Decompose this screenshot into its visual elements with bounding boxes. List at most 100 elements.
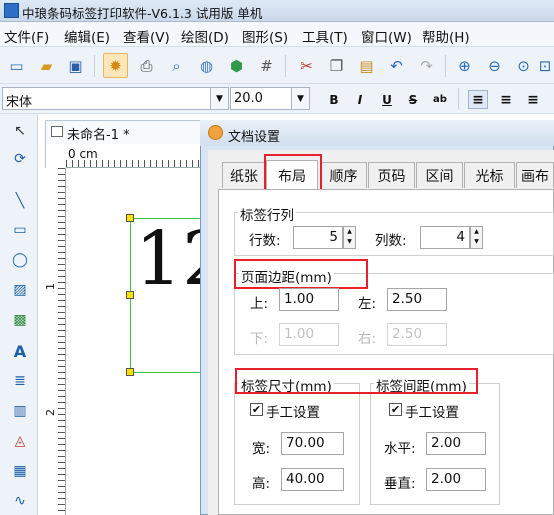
ruler-mark-1: 1 [44,283,57,290]
image-tool-icon[interactable]: ▨ [9,279,31,301]
margin-right-label: 右: [358,331,377,347]
height-label: 高: [252,476,271,492]
align-center-icon[interactable]: ≡ [496,90,516,109]
manual-size-checkbox[interactable]: ✔ [250,403,263,416]
rich-text-tool-icon[interactable]: ≣ [9,370,31,392]
save-icon[interactable]: ▣ [63,53,88,78]
grid-icon[interactable]: # [254,53,279,78]
cols-input[interactable]: 4 [420,226,470,249]
tab-range[interactable]: 区间 [416,162,463,188]
menu-edit[interactable]: 编辑(E) [64,26,110,46]
barcode-tool-icon[interactable]: ▥ [9,400,31,422]
menu-window[interactable]: 窗口(W) [361,26,412,46]
width-input[interactable]: 70.00 [281,432,344,455]
cut-icon[interactable]: ✂ [294,53,319,78]
chevron-down-icon[interactable]: ▼ [210,88,228,109]
resize-handle[interactable] [126,368,134,376]
tab-canvas[interactable]: 画布 [516,162,554,188]
menu-help[interactable]: 帮助(H) [422,26,470,46]
menu-draw[interactable]: 绘图(D) [181,26,229,46]
print-icon[interactable]: ⎙ [134,53,159,78]
document-icon [51,126,63,137]
char-spacing-button[interactable]: ab [430,90,450,109]
zoom-out-icon[interactable]: ⊖ [482,53,507,78]
manual-size-label: 手工设置 [266,405,320,421]
document-title: 未命名-1 * [67,128,130,143]
menu-shape[interactable]: 图形(S) [242,26,288,46]
align-left-icon[interactable]: ≡ [468,90,488,109]
line-tool-icon[interactable]: ╲ [9,190,31,212]
horizontal-gap-label: 水平: [384,441,416,457]
horizontal-gap-input[interactable]: 2.00 [426,432,486,455]
height-input[interactable]: 40.00 [281,468,344,491]
strikethrough-button[interactable]: S [403,90,423,109]
new-file-icon[interactable]: ▭ [4,53,29,78]
picture-tool-icon[interactable]: ▩ [9,309,31,331]
font-size-select[interactable]: 20.0 ▼ [230,87,310,110]
margin-left-input[interactable]: 2.50 [387,288,447,311]
qrcode-tool-icon[interactable]: ▦ [9,460,31,482]
settings-icon [208,125,223,140]
text-tool-icon[interactable]: A [9,340,31,362]
database-icon[interactable]: ◍ [194,53,219,78]
rectangle-tool-icon[interactable]: ▭ [9,219,31,241]
data-source-icon[interactable]: ⬢ [224,53,249,78]
font-name-value: 宋体 [6,95,33,110]
manual-gap-checkbox[interactable]: ✔ [389,403,402,416]
print-preview-icon[interactable]: ⌕ [164,53,189,78]
shape-tool-icon[interactable]: ◬ [9,430,31,452]
rows-label: 行数: [249,233,281,249]
curve-tool-icon[interactable]: ∿ [9,490,31,512]
select-pointer-icon[interactable]: ↖ [9,120,31,142]
vertical-gap-label: 垂直: [384,476,416,492]
dialog-title: 文档设置 [228,130,281,145]
tab-paper[interactable]: 纸张 [222,162,266,188]
copy-icon[interactable]: ❐ [324,53,349,78]
resize-handle[interactable] [126,291,134,299]
menu-file[interactable]: 文件(F) [4,26,49,46]
tab-cursor[interactable]: 光标 [464,162,515,188]
rows-input[interactable]: 5 [293,226,343,249]
margin-bottom-input[interactable]: 1.00 [279,323,339,346]
bold-button[interactable]: B [324,90,344,109]
vertical-gap-input[interactable]: 2.00 [426,468,486,491]
font-name-select[interactable]: 宋体 ▼ [2,87,229,110]
vertical-ruler: 1 2 [44,168,66,515]
app-icon [4,3,19,18]
cols-label: 列数: [375,233,407,249]
highlight-layout-tab [264,154,322,192]
align-right-icon[interactable]: ≡ [523,90,543,109]
width-label: 宽: [252,441,271,457]
underline-button[interactable]: U [377,90,397,109]
italic-button[interactable]: I [350,90,370,109]
fullscreen-icon[interactable]: ⊡ [536,53,554,78]
rows-stepper[interactable]: ▲ ▼ [343,226,356,249]
tool-palette: ↖ ⟳ ╲ ▭ ◯ ▨ ▩ A ≣ ▥ ◬ ▦ ∿ [0,114,38,515]
chevron-down-icon[interactable]: ▼ [291,88,309,109]
font-size-value: 20.0 [234,91,263,106]
highlight-size-gap [235,368,478,394]
menu-bar: 文件(F) 编辑(E) 查看(V) 绘图(D) 图形(S) 工具(T) 窗口(W… [0,22,554,47]
rows-cols-title: 标签行列 [238,204,296,224]
resize-handle[interactable] [126,214,134,222]
horizontal-ruler: 0 cm [66,144,206,168]
cols-stepper[interactable]: ▲ ▼ [470,226,483,249]
menu-tools[interactable]: 工具(T) [302,26,348,46]
redo-icon[interactable]: ↷ [414,53,439,78]
font-bar: 宋体 ▼ 20.0 ▼ B I U S ab ≡ ≡ ≡ [0,84,554,114]
settings-gear-icon[interactable]: ✹ [103,53,128,78]
zoom-in-icon[interactable]: ⊕ [452,53,477,78]
undo-icon[interactable]: ↶ [384,53,409,78]
margin-top-input[interactable]: 1.00 [279,288,339,311]
margin-right-input[interactable]: 2.50 [387,323,447,346]
menu-view[interactable]: 查看(V) [123,26,170,46]
rotate-tool-icon[interactable]: ⟳ [9,148,31,170]
paste-icon[interactable]: ▤ [354,53,379,78]
ellipse-tool-icon[interactable]: ◯ [9,249,31,271]
tab-order[interactable]: 顺序 [320,162,367,188]
window-title: 中琅条码标签打印软件-V6.1.3 试用版 单机 [22,6,263,21]
ruler-unit: 0 cm [68,147,98,161]
open-folder-icon[interactable]: ▰ [34,53,59,78]
tab-page-number[interactable]: 页码 [368,162,415,188]
zoom-fit-icon[interactable]: ⊙ [511,53,536,78]
